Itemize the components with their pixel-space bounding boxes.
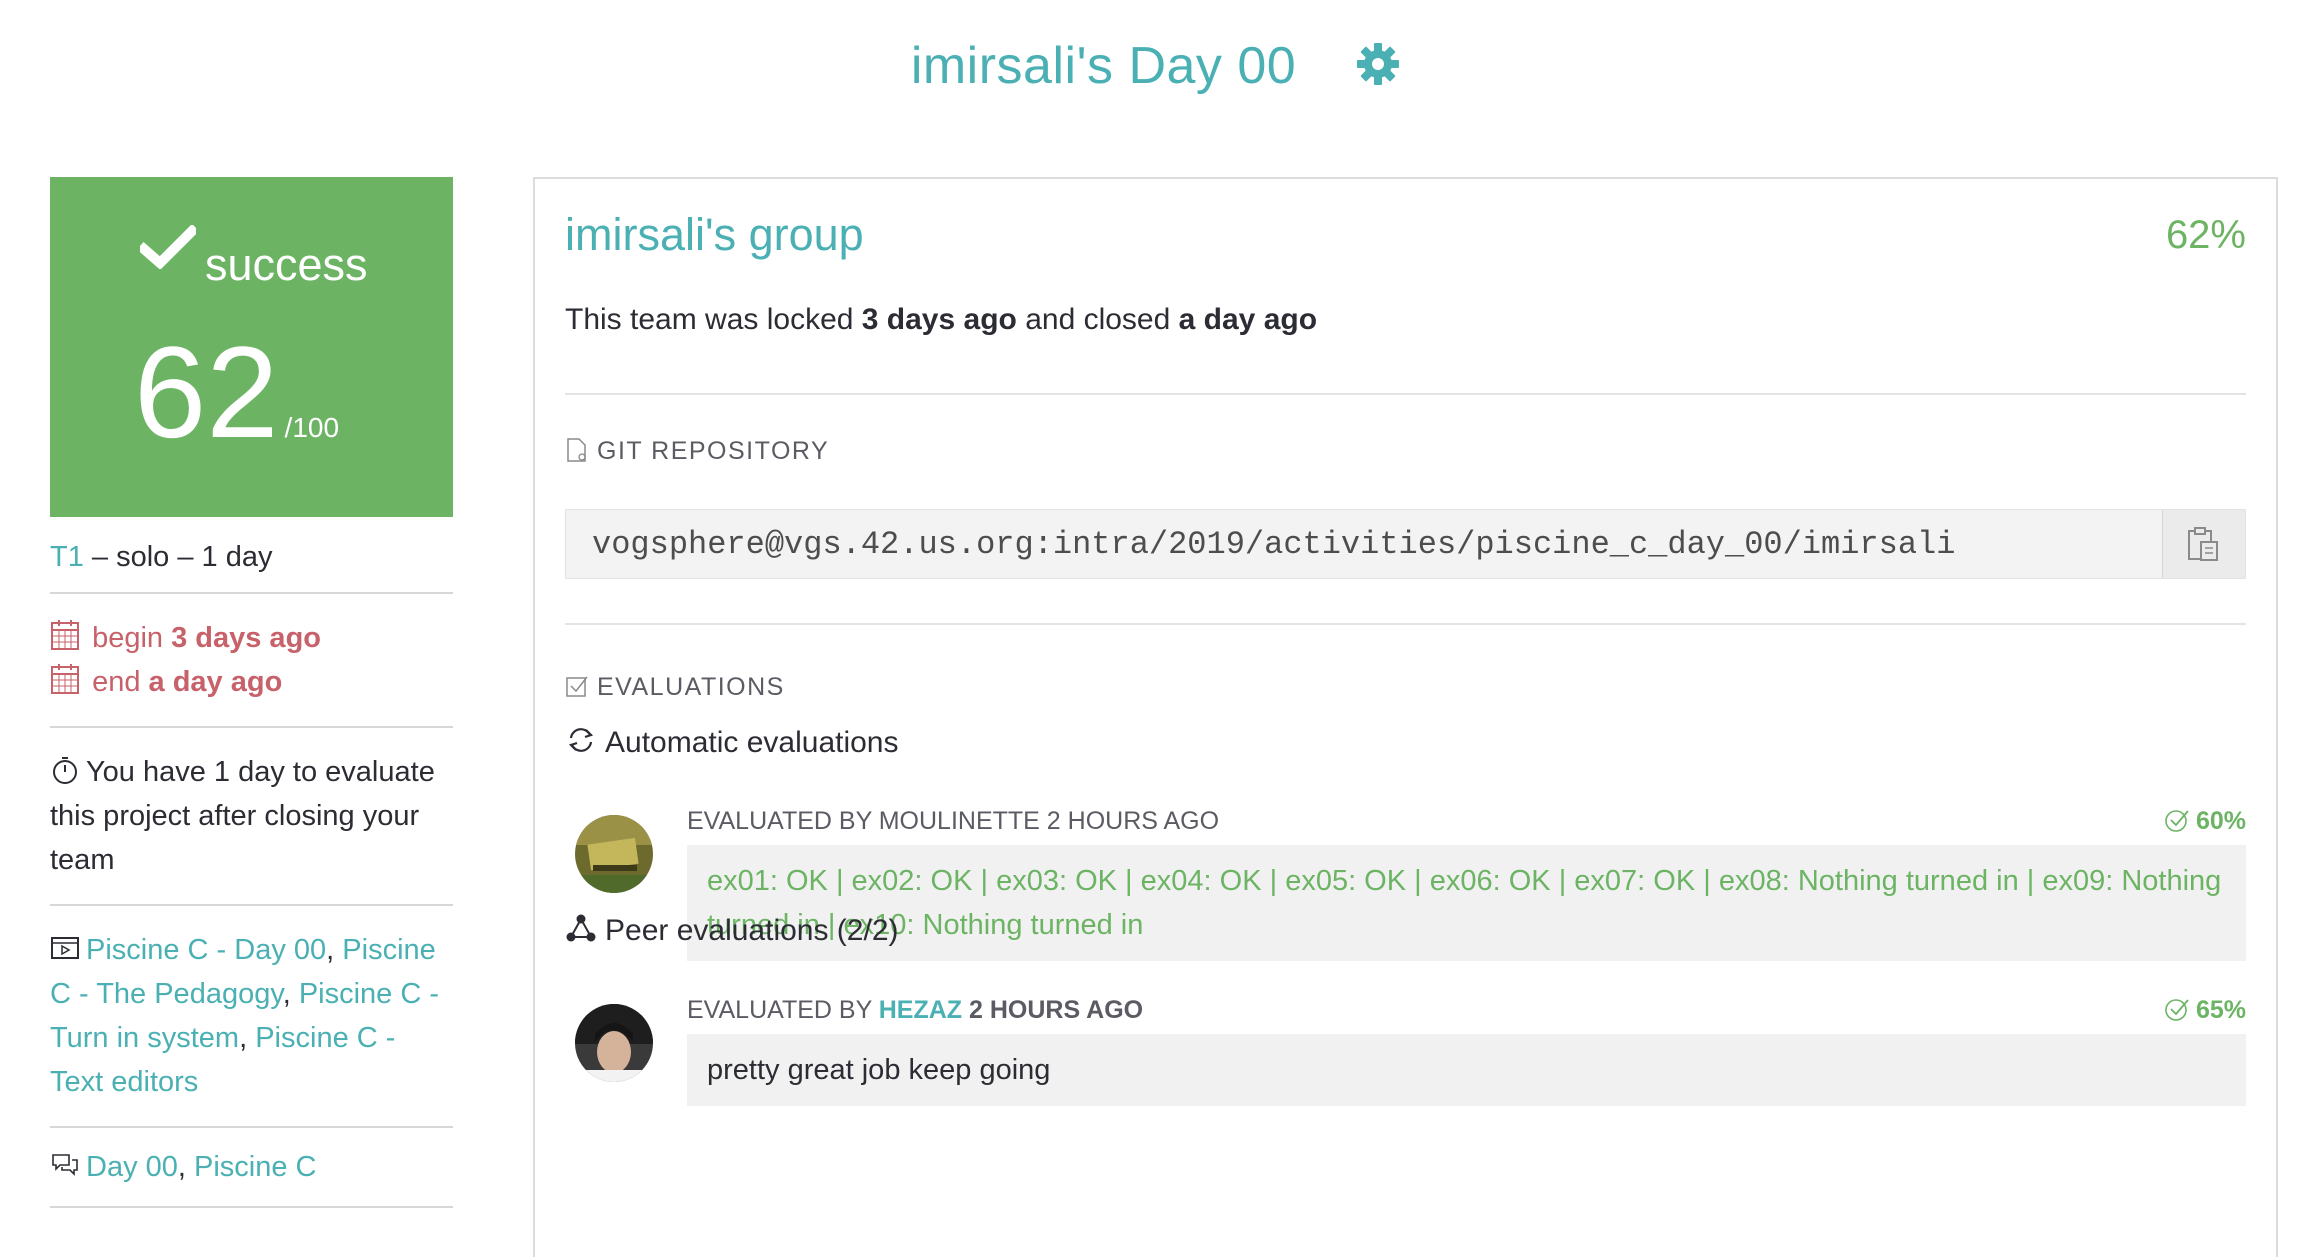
locked-time: 3 days ago <box>861 303 1017 336</box>
evaluation-time: 2 HOURS AGO <box>962 996 1144 1024</box>
calendar-icon <box>51 664 79 694</box>
check-circle-icon <box>2165 999 2189 1021</box>
evaluation-score-value: 65% <box>2195 996 2246 1024</box>
check-icon <box>140 225 196 269</box>
team-panel: imirsali's group 62% This team was locke… <box>533 177 2278 1257</box>
evaluation-comment: pretty great job keep going <box>687 1034 2246 1106</box>
avatar[interactable] <box>575 815 653 893</box>
separator: , <box>177 1151 195 1183</box>
avatar[interactable] <box>575 1004 653 1082</box>
video-links: Piscine C - Day 00, Piscine C - The Peda… <box>50 906 453 1128</box>
git-repository-field[interactable]: vogsphere@vgs.42.us.org:intra/2019/activ… <box>565 509 2246 579</box>
closed-prefix: and closed <box>1016 303 1179 336</box>
network-icon <box>566 914 596 942</box>
chat-icon <box>52 1154 78 1176</box>
evaluation-score-value: 60% <box>2195 807 2246 835</box>
evaluation-score: 65% <box>2164 996 2246 1025</box>
separator: , <box>282 978 299 1010</box>
evaluation-result: ex01: OK | ex02: OK | ex03: OK | ex04: O… <box>687 845 2246 961</box>
page-title-text: imirsali's Day 00 <box>910 37 1297 95</box>
refresh-icon <box>568 728 594 752</box>
peer-evaluations-label: Peer evaluations (2/2) <box>605 914 899 947</box>
evaluate-notice: You have 1 day to evaluate this project … <box>50 728 453 906</box>
video-icon <box>51 937 79 959</box>
evaluate-notice-text: You have 1 day to evaluate this project … <box>50 756 435 876</box>
end-date: end a day ago <box>50 660 453 704</box>
separator: , <box>239 1022 256 1054</box>
separator: , <box>326 934 343 966</box>
check-circle-icon <box>2165 810 2189 832</box>
automatic-evaluations-heading: Automatic evaluations <box>565 724 899 760</box>
tier-label: T1 <box>50 541 84 573</box>
project-sidebar: success 62/100 T1 – solo – 1 day begin 3… <box>50 177 453 1208</box>
evaluator-login[interactable]: HEZAZ <box>879 996 962 1024</box>
automatic-evaluations-label: Automatic evaluations <box>605 726 899 759</box>
git-url[interactable]: vogsphere@vgs.42.us.org:intra/2019/activ… <box>592 526 1955 563</box>
begin-value: 3 days ago <box>171 622 321 654</box>
project-details: – solo – 1 day <box>83 541 273 573</box>
file-icon <box>567 438 586 462</box>
evaluated-by-label: EVALUATED BY <box>687 996 879 1024</box>
status-badge: success 62/100 <box>50 177 453 517</box>
video-link[interactable]: Piscine C - Day 00 <box>86 934 326 966</box>
team-percent: 62% <box>2165 213 2246 257</box>
end-value: a day ago <box>148 666 283 698</box>
locked-prefix: This team was locked <box>565 303 862 336</box>
git-heading-text: GIT REPOSITORY <box>597 437 830 465</box>
divider <box>565 623 2246 625</box>
page-title: imirsali's Day 00 <box>0 36 2312 96</box>
calendar-icon <box>51 620 79 650</box>
team-name[interactable]: imirsali's group <box>565 209 864 261</box>
forum-link[interactable]: Piscine C <box>194 1151 317 1183</box>
gear-icon[interactable] <box>1355 40 1401 86</box>
evaluation-score: 60% <box>2164 807 2246 836</box>
begin-date: begin 3 days ago <box>50 616 453 660</box>
project-dates: begin 3 days ago end a day ago <box>50 594 453 728</box>
peer-evaluations-heading: Peer evaluations (2/2) <box>565 912 899 948</box>
checkbox-icon <box>566 676 588 697</box>
final-score: 62/100 <box>50 327 453 493</box>
score-max: /100 <box>284 412 340 443</box>
git-heading: GIT REPOSITORY <box>565 437 829 466</box>
team-lock-status: This team was locked 3 days ago and clos… <box>565 303 1317 337</box>
end-label: end <box>92 666 141 698</box>
evaluations-heading: EVALUATIONS <box>565 673 785 702</box>
forum-links: Day 00, Piscine C <box>50 1128 453 1208</box>
evaluations-heading-text: EVALUATIONS <box>597 673 785 701</box>
evaluator-line: EVALUATED BY HEZAZ 2 HOURS AGO <box>687 996 1143 1025</box>
begin-label: begin <box>92 622 164 654</box>
evaluator-line: EVALUATED BY MOULINETTE 2 HOURS AGO <box>687 807 1220 835</box>
project-meta: T1 – solo – 1 day <box>50 517 453 594</box>
closed-time: a day ago <box>1178 303 1318 336</box>
automatic-evaluation: EVALUATED BY MOULINETTE 2 HOURS AGO 60% … <box>575 807 2246 977</box>
peer-evaluation: EVALUATED BY HEZAZ 2 HOURS AGO 65% prett… <box>575 996 2246 1116</box>
forum-link[interactable]: Day 00 <box>86 1151 178 1183</box>
copy-button[interactable] <box>2162 510 2245 578</box>
clipboard-icon <box>2188 527 2218 561</box>
divider <box>565 393 2246 395</box>
status-label: success <box>205 239 368 290</box>
score-value: 62 <box>133 319 279 465</box>
stopwatch-icon <box>53 757 77 784</box>
